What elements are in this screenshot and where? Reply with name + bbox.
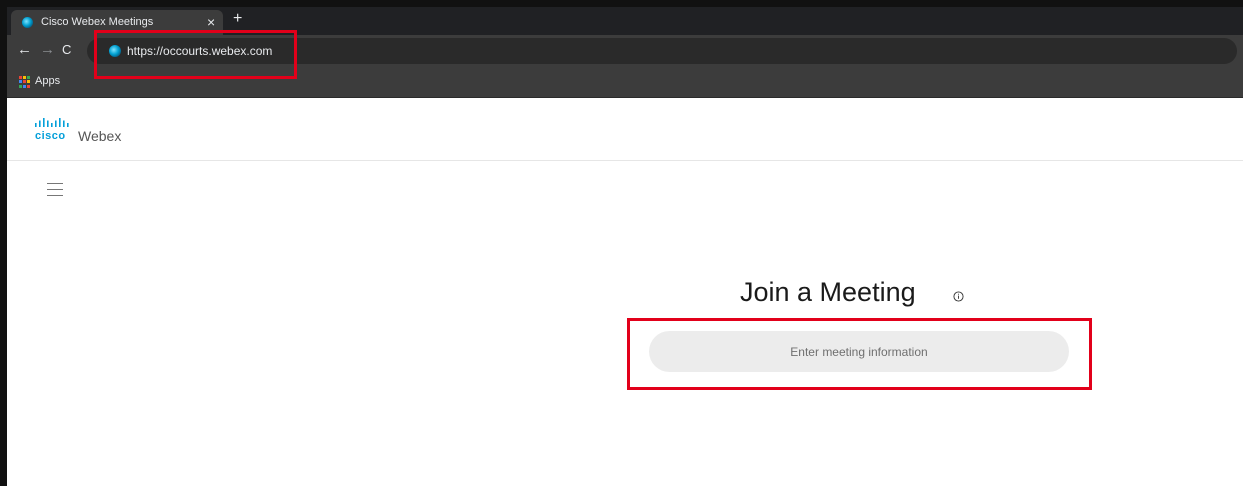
url-highlight-box xyxy=(94,30,297,79)
hamburger-menu-icon[interactable] xyxy=(47,183,63,196)
tab-title: Cisco Webex Meetings xyxy=(41,16,154,28)
back-button[interactable]: ← xyxy=(17,42,32,58)
cisco-webex-logo[interactable]: cisco Webex xyxy=(35,118,121,144)
info-icon[interactable] xyxy=(953,291,964,302)
join-meeting-title: Join a Meeting xyxy=(740,277,916,307)
webex-favicon-icon xyxy=(22,17,33,28)
product-name: Webex xyxy=(78,128,122,144)
apps-bookmark[interactable]: Apps xyxy=(35,75,60,87)
cisco-wordmark: cisco xyxy=(35,130,66,142)
tab-close-button[interactable]: × xyxy=(207,14,215,30)
new-tab-button[interactable]: + xyxy=(233,10,242,28)
cisco-bars-icon xyxy=(35,118,69,127)
apps-grid-icon[interactable] xyxy=(19,76,31,88)
input-highlight-box xyxy=(627,318,1092,390)
page-header: cisco Webex xyxy=(7,97,1243,161)
forward-button[interactable]: → xyxy=(40,42,55,58)
reload-button[interactable]: C xyxy=(62,42,71,58)
